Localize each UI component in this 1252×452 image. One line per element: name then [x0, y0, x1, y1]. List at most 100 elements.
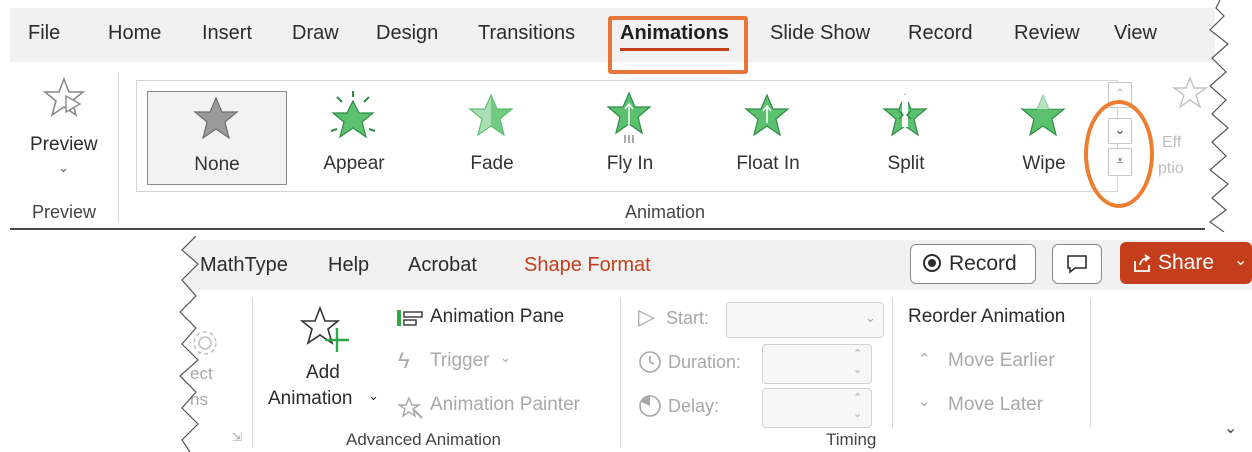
effect-options-partial: ptio: [1158, 160, 1184, 177]
group-divider: [1090, 298, 1091, 428]
gallery-more-highlight: [1084, 100, 1154, 208]
gallery-item-none[interactable]: None: [147, 91, 287, 185]
tab-file[interactable]: File: [28, 22, 60, 45]
tab-review[interactable]: Review: [1014, 22, 1080, 45]
chevron-down-icon: ⌄: [853, 408, 863, 420]
preview-star-icon: [42, 76, 86, 117]
gallery-item-split[interactable]: Split: [837, 85, 975, 185]
gallery-item-label: Float In: [736, 153, 800, 174]
share-button[interactable]: Share ⌄: [1120, 242, 1252, 284]
move-later-label: Move Later: [948, 394, 1044, 415]
tab-acrobat[interactable]: Acrobat: [408, 254, 477, 277]
clock-icon: [639, 351, 661, 373]
chevron-down-icon: ⌄: [368, 388, 379, 403]
start-row: ▷ Start: ⌄: [638, 302, 888, 338]
gallery-item-float-in[interactable]: Float In: [699, 85, 837, 185]
tab-home[interactable]: Home: [108, 22, 161, 45]
dialog-launcher-icon: ⇲: [232, 430, 243, 444]
star-float-in-icon: [744, 93, 790, 137]
gallery-item-label: Fade: [470, 153, 514, 174]
chevron-up-icon: ⌃: [918, 351, 931, 368]
comment-icon: [1067, 255, 1087, 274]
timing-group-label: Timing: [826, 430, 877, 449]
delay-stepper[interactable]: ⌃ ⌄: [762, 388, 872, 428]
chevron-down-icon: ⌄: [918, 393, 931, 410]
animation-pane-label: Animation Pane: [430, 306, 565, 327]
tab-insert[interactable]: Insert: [202, 22, 252, 45]
torn-edge: [1208, 0, 1252, 232]
tab-help[interactable]: Help: [328, 254, 369, 277]
group-divider: [892, 298, 893, 428]
star-split-icon: [882, 93, 928, 137]
tab-mathtype[interactable]: MathType: [200, 254, 288, 277]
chevron-up-icon: ⌃: [853, 348, 863, 360]
chevron-down-icon: ⌄: [58, 160, 69, 175]
add-animation-button[interactable]: Add Animation ⌄: [264, 304, 384, 422]
gallery-item-fly-in[interactable]: Fly In: [561, 85, 699, 185]
share-label: Share: [1158, 251, 1215, 274]
comments-button[interactable]: [1052, 244, 1102, 284]
gallery-item-appear[interactable]: Appear: [285, 85, 423, 185]
record-icon: [923, 254, 941, 272]
animation-gallery: None Appear Fade Fly In Float In Split W…: [136, 80, 1118, 192]
duration-row: Duration: ⌃ ⌄: [638, 344, 888, 384]
strip-border: [10, 228, 1205, 230]
star-appear-icon: [330, 91, 376, 139]
start-select[interactable]: ⌄: [726, 302, 884, 338]
play-icon: ▷: [638, 304, 655, 329]
collapse-ribbon-icon[interactable]: ⌄: [1224, 418, 1237, 438]
animation-painter-button[interactable]: Animation Painter: [396, 392, 606, 422]
tab-draw[interactable]: Draw: [292, 22, 339, 45]
move-later-button[interactable]: ⌄ Move Later: [918, 392, 1088, 422]
group-divider: [620, 298, 621, 448]
tab-record[interactable]: Record: [908, 22, 972, 45]
animation-group-label: Animation: [625, 202, 706, 222]
lightning-icon: ϟ: [398, 348, 410, 373]
animation-painter-icon: [398, 396, 423, 419]
move-earlier-button[interactable]: ⌃ Move Earlier: [918, 348, 1088, 378]
record-label: Record: [949, 252, 1017, 275]
delay-clock-icon: [639, 395, 661, 417]
gallery-item-label: None: [194, 154, 240, 175]
preview-group-label: Preview: [32, 202, 97, 222]
star-wipe-icon: [1020, 93, 1066, 137]
group-divider: [252, 298, 253, 448]
tab-transitions[interactable]: Transitions: [478, 22, 575, 45]
animation-pane-icon: [397, 310, 423, 326]
group-divider: [118, 72, 119, 222]
tab-shape-format[interactable]: Shape Format: [524, 254, 651, 277]
tab-view[interactable]: View: [1114, 22, 1157, 45]
trigger-label: Trigger: [430, 350, 490, 371]
duration-label: Duration:: [668, 352, 742, 372]
trigger-button[interactable]: ϟ Trigger ⌄: [396, 348, 526, 378]
tab-design[interactable]: Design: [376, 22, 438, 45]
animation-painter-label: Animation Painter: [430, 394, 580, 415]
add-animation-label: Animation: [268, 388, 353, 409]
share-icon: [1134, 254, 1151, 272]
duration-stepper[interactable]: ⌃ ⌄: [762, 344, 872, 384]
record-button[interactable]: Record: [910, 244, 1036, 284]
torn-edge: [160, 236, 199, 452]
add-animation-star-icon: [300, 305, 349, 352]
star-none-icon: [193, 96, 239, 140]
star-fly-in-icon: [606, 91, 652, 143]
animation-pane-button[interactable]: Animation Pane: [396, 304, 586, 334]
reorder-animation-title: Reorder Animation: [908, 306, 1066, 327]
advanced-animation-group-label: Advanced Animation: [346, 430, 501, 449]
gallery-item-label: Split: [887, 153, 925, 174]
preview-label: Preview: [30, 134, 98, 155]
move-earlier-label: Move Earlier: [948, 350, 1055, 371]
add-animation-label: Add: [306, 362, 340, 383]
animations-tab-highlight: [608, 16, 748, 74]
preview-button[interactable]: Preview ⌄: [24, 74, 104, 194]
tab-slide-show[interactable]: Slide Show: [770, 22, 870, 45]
gallery-item-fade[interactable]: Fade: [423, 85, 561, 185]
gallery-item-label: Appear: [323, 153, 385, 174]
chevron-down-icon: ⌄: [500, 350, 511, 365]
chevron-down-icon: ⌄: [853, 364, 863, 376]
ribbon-lower-body: ect ns ⇲ Add Animation ⌄ Animation Pane …: [180, 290, 1252, 452]
gallery-item-label: Fly In: [606, 153, 654, 174]
star-fade-icon: [468, 93, 514, 137]
effect-options-partial: Eff: [1162, 134, 1182, 151]
chevron-up-icon: ⌃: [853, 392, 863, 404]
